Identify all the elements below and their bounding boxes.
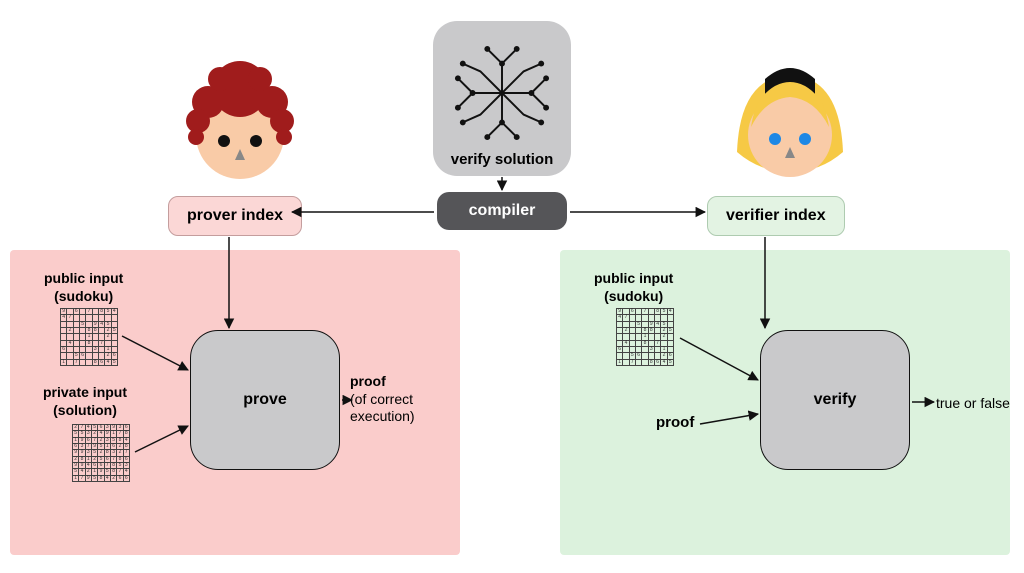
true-false-output-label: true or false xyxy=(936,395,1010,411)
proof-output-label: proof (of correct execution) xyxy=(350,373,415,426)
sudoku-grid-private: 2745639365532491781967235846379516289935… xyxy=(72,424,130,482)
verify-label: verify xyxy=(814,391,857,409)
verify-solution-label: verify solution xyxy=(451,151,554,168)
verify-box: verify xyxy=(760,330,910,470)
verifier-index-box: verifier index xyxy=(707,196,845,236)
prover-index-box: prover index xyxy=(168,196,302,236)
proof-input-label: proof xyxy=(656,414,694,431)
prover-index-label: prover index xyxy=(187,207,283,224)
verifier-index-label: verifier index xyxy=(726,207,826,224)
sudoku-grid-public-right: 96785447594528825124876315626178645 xyxy=(616,308,674,366)
compiler-label: compiler xyxy=(469,202,536,219)
public-input-label-right: public input (sudoku) xyxy=(594,270,673,305)
private-input-label: private input (solution) xyxy=(43,384,127,419)
verifier-avatar-icon xyxy=(725,57,855,202)
prover-avatar-icon xyxy=(180,57,300,197)
prove-label: prove xyxy=(243,391,287,409)
compiler-box: compiler xyxy=(437,192,567,230)
sudoku-grid-public-left: 96785447594528825124876315626178645 xyxy=(60,308,118,366)
prove-box: prove xyxy=(190,330,340,470)
verify-solution-box: verify solution xyxy=(433,21,571,176)
public-input-label-left: public input (sudoku) xyxy=(44,270,123,305)
circuit-icon xyxy=(453,44,551,147)
